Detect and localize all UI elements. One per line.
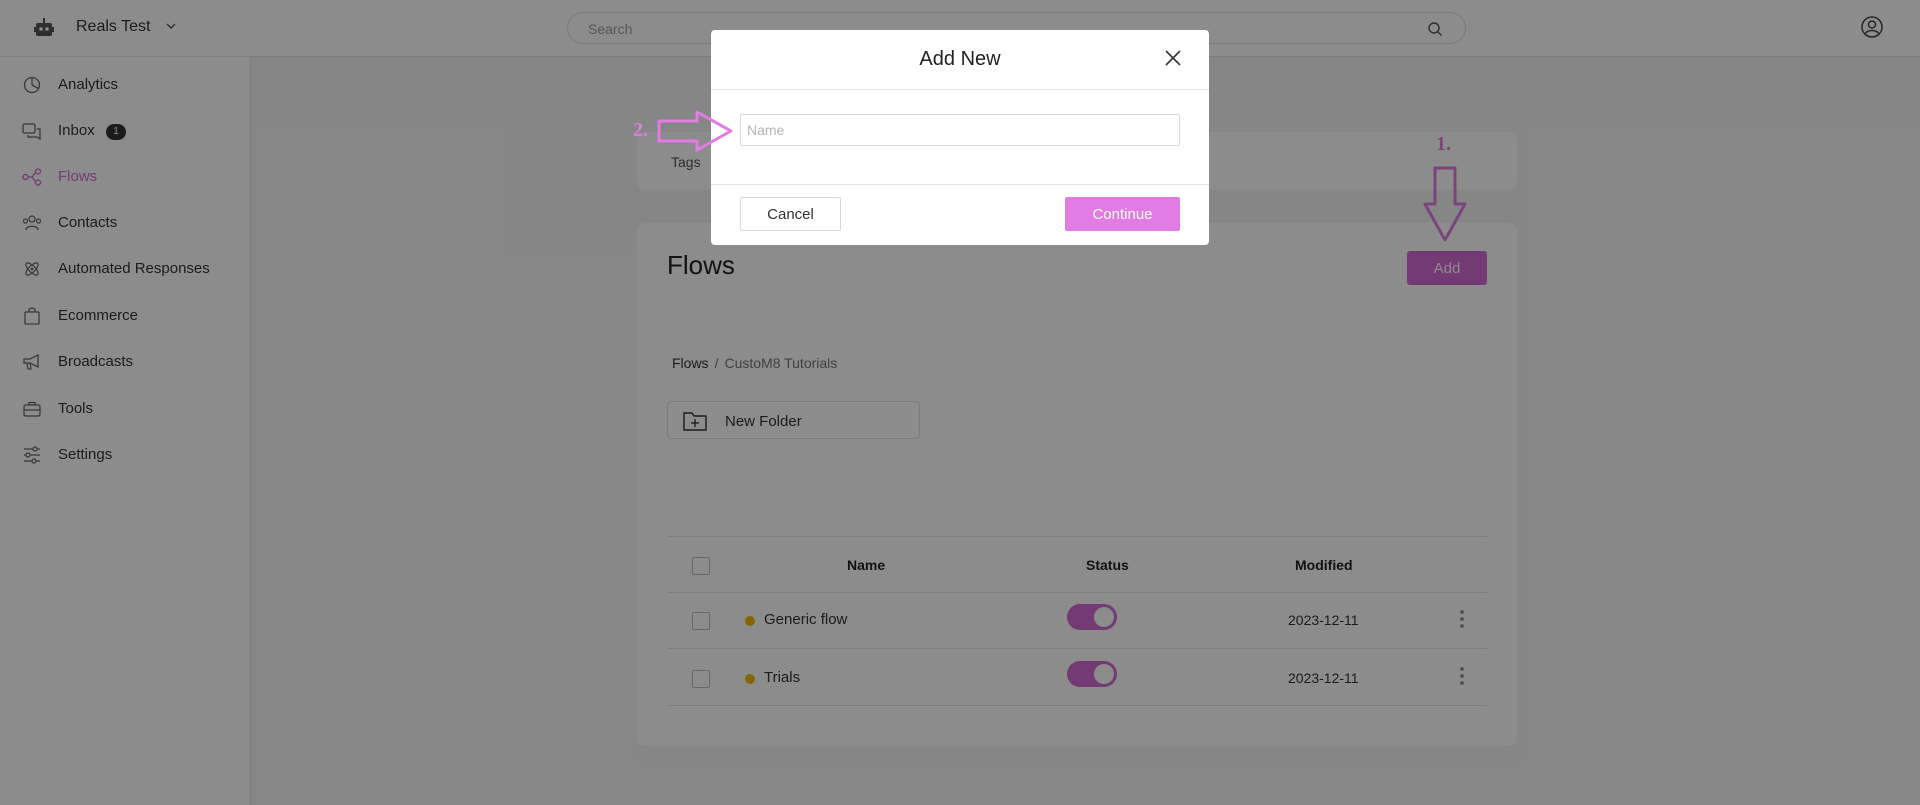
dialog-divider [711,89,1209,90]
name-input[interactable] [740,114,1180,146]
add-new-dialog: Add New Cancel Continue [711,30,1209,245]
continue-button[interactable]: Continue [1065,197,1180,231]
annotation-step-2-label: 2. [633,119,648,141]
annotation-arrow-right-icon [657,110,733,152]
close-icon[interactable] [1163,48,1183,68]
dialog-divider [711,184,1209,185]
dialog-title: Add New [919,48,1001,70]
cancel-button[interactable]: Cancel [740,197,841,231]
